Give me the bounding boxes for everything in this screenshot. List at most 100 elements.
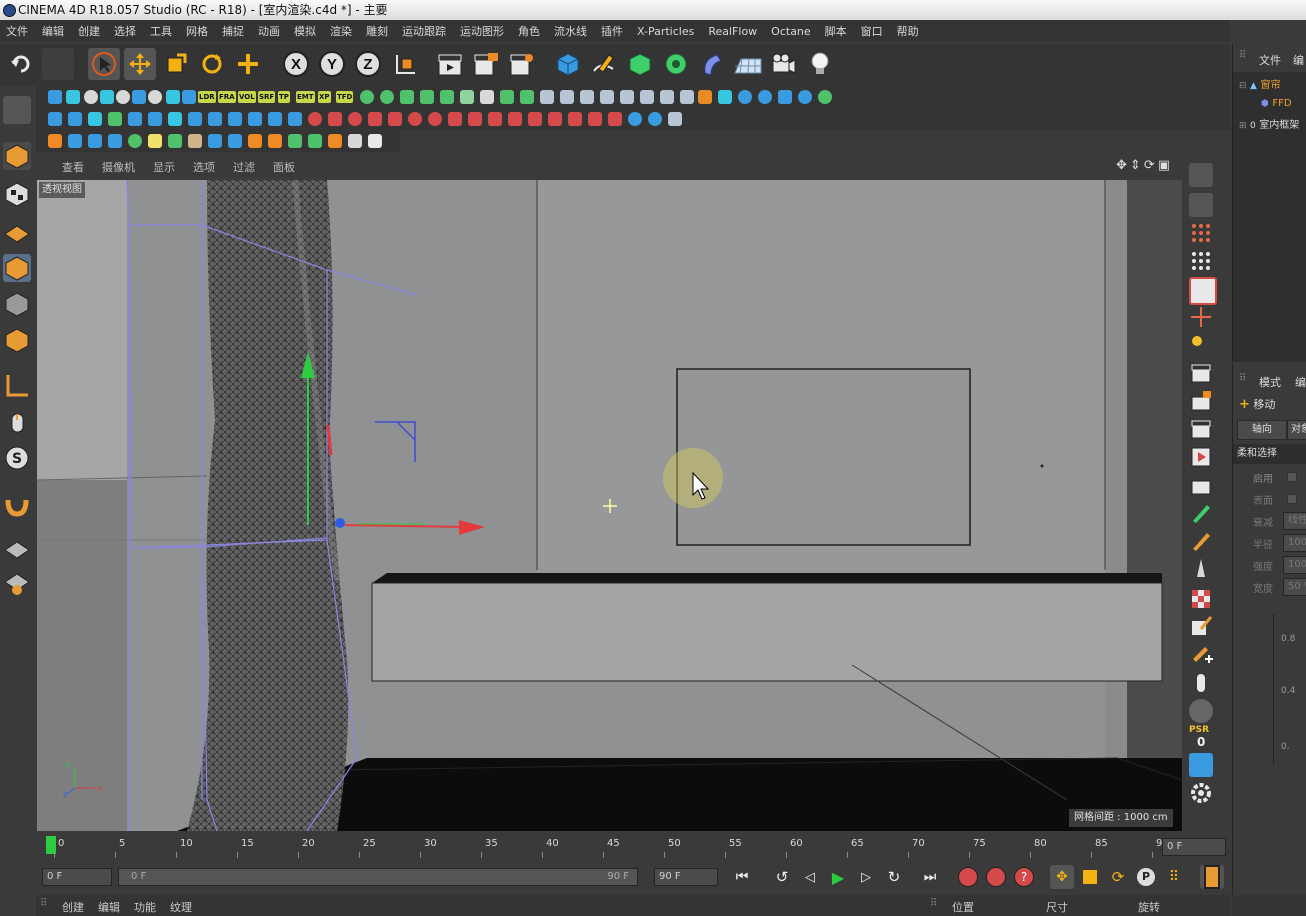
axis-mode-icon[interactable] [3,372,31,400]
s-plugin-icon[interactable] [48,134,62,148]
realflow-icon-9[interactable] [208,112,222,126]
octane-icon-12[interactable] [288,134,302,148]
current-frame-field[interactable]: 0 F [1162,838,1226,856]
dots-grid-icon[interactable] [1189,221,1213,245]
viewport-menu-panel[interactable]: 面板 [273,159,295,175]
x-axis-button[interactable]: X [280,48,312,80]
realflow-icon-11[interactable] [248,112,262,126]
object-row-frame[interactable]: ⊞ 0 室内框架 [1239,116,1306,132]
particle-icon-18[interactable] [698,90,712,104]
octane-icon-9[interactable] [228,134,242,148]
particle-icon-23[interactable] [798,90,812,104]
dolly-view-icon[interactable]: ⇕ [1130,158,1141,176]
particle-icon-12[interactable] [580,90,594,104]
realflow-icon-13[interactable] [288,112,302,126]
particle-icon-13[interactable] [600,90,614,104]
tweak-mode-icon[interactable] [3,408,31,436]
go-to-end-button[interactable]: ⏭ [918,865,942,889]
particle-icon-19[interactable] [718,90,732,104]
end-frame-field[interactable]: 90 F [654,868,718,886]
gear-icon-3[interactable] [148,90,162,104]
realflow-icon-24[interactable] [508,112,522,126]
play-button[interactable]: ▶ [826,865,850,889]
realflow-icon-20[interactable] [428,112,442,126]
viewport-perspective[interactable]: 透视视图 网格间距 : 1000 cm y x z [37,180,1182,831]
particle-icon-3[interactable] [400,90,414,104]
render-view-button[interactable] [434,48,466,80]
planar-workplane-icon[interactable] [3,570,31,598]
start-frame-field[interactable]: 0 F [42,868,112,886]
realflow-icon-21[interactable] [448,112,462,126]
particle-icon-2[interactable] [380,90,394,104]
timeline-window-button[interactable] [1200,865,1224,889]
add-deformer-button[interactable] [696,48,728,80]
gear-icon-2[interactable] [116,90,130,104]
picture-icon[interactable] [1189,277,1217,305]
add-mograph-button[interactable] [660,48,692,80]
texture-mode-icon[interactable] [3,180,31,208]
octane-icon-15[interactable] [348,134,362,148]
realflow-icon-15[interactable] [328,112,342,126]
realflow-icon-2[interactable] [68,112,82,126]
realflow-icon-14[interactable] [308,112,322,126]
tp-icon[interactable]: TP [278,91,290,103]
ldr-icon[interactable]: LDR [198,91,216,103]
checker-brush-icon[interactable] [1189,615,1213,639]
plugin-icon-2[interactable] [66,90,80,104]
particle-icon-1[interactable] [360,90,374,104]
particle-icon-22[interactable] [778,90,792,104]
preview-range-slider[interactable]: 0 F 90 F [118,868,638,886]
brush-icon-2[interactable] [1189,529,1213,553]
scale-tool-button[interactable] [160,48,192,80]
subtab-axis[interactable]: 轴向 [1237,420,1287,440]
octane-icon-4[interactable] [128,134,142,148]
radius-field[interactable]: 100 [1283,534,1306,552]
realflow-icon-27[interactable] [568,112,582,126]
surface-checkbox[interactable] [1287,494,1297,504]
menu-snap[interactable]: 捕捉 [222,23,244,39]
menu-create[interactable]: 创建 [78,23,100,39]
layout-icon-2[interactable] [1189,193,1213,217]
realflow-icon-1[interactable] [48,112,62,126]
key-scale-button[interactable] [1078,865,1102,889]
redo-button[interactable] [42,48,74,80]
autokey-button[interactable] [984,865,1008,889]
octane-icon-14[interactable] [328,134,342,148]
menu-window[interactable]: 窗口 [861,23,883,39]
z-axis-button[interactable]: Z [352,48,384,80]
realflow-icon-22[interactable] [468,112,482,126]
particle-icon-17[interactable] [680,90,694,104]
plugin-icon-6[interactable] [182,90,196,104]
tree-toggle-icon[interactable]: ⊟ [1239,81,1247,91]
clapper-icon-4[interactable] [1189,473,1213,497]
octane-icon-5[interactable] [148,134,162,148]
add-spline-button[interactable] [588,48,620,80]
live-select-button[interactable] [88,48,120,80]
clapper-icon-1[interactable] [1189,361,1213,385]
vol-icon[interactable]: VOL [238,91,256,103]
particle-icon-14[interactable] [620,90,634,104]
realflow-icon-30[interactable] [628,112,642,126]
settings-gear-icon[interactable] [1189,781,1213,805]
menu-pipeline[interactable]: 流水线 [554,23,587,39]
render-to-picture-viewer-button[interactable] [470,48,502,80]
menu-octane[interactable]: Octane [771,25,811,38]
octane-icon-3[interactable] [108,134,122,148]
plugin-icon-1[interactable] [48,90,62,104]
clapper-icon-2[interactable] [1189,389,1213,413]
gear-icon[interactable] [84,90,98,104]
create-tool-button[interactable] [232,48,264,80]
particle-icon-15[interactable] [640,90,654,104]
snap-icon[interactable]: S [3,444,31,472]
realflow-icon-12[interactable] [268,112,282,126]
realflow-icon-32[interactable] [668,112,682,126]
width-field[interactable]: 50 % [1283,578,1306,596]
realflow-icon-6[interactable] [148,112,162,126]
particle-icon-24[interactable] [818,90,832,104]
undo-button[interactable] [6,48,38,80]
particle-icon-8[interactable] [500,90,514,104]
menu-animate[interactable]: 动画 [258,23,280,39]
viewport-menu-filter[interactable]: 过滤 [233,159,255,175]
particle-icon-4[interactable] [420,90,434,104]
particle-icon-11[interactable] [560,90,574,104]
